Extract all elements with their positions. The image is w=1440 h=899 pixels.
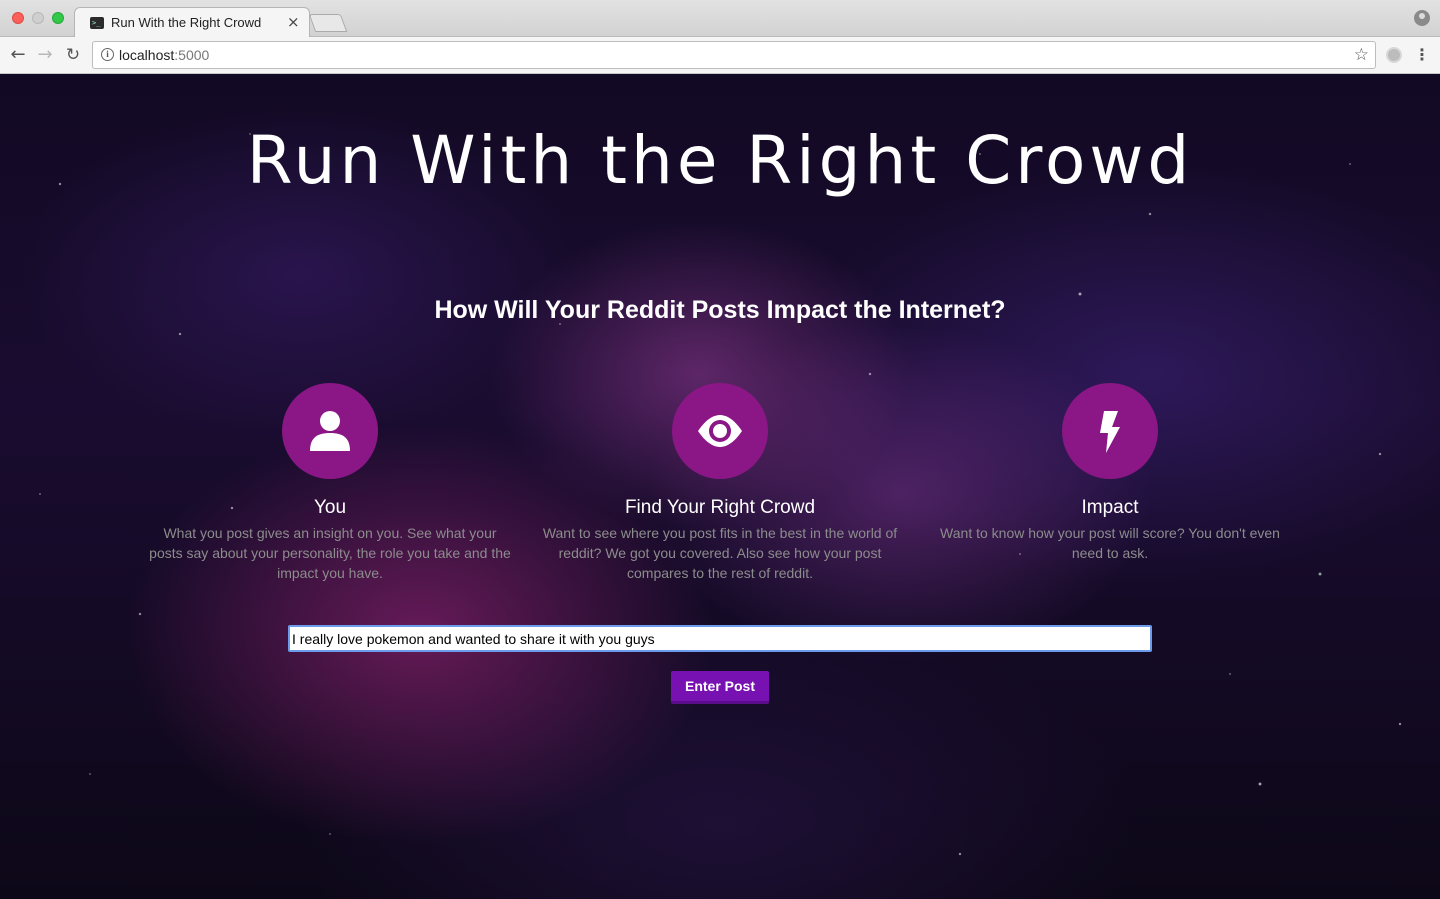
extension-icon[interactable]	[1386, 47, 1402, 63]
eye-icon	[698, 415, 742, 447]
feature-you: You What you post gives an insight on yo…	[145, 383, 515, 583]
url-text[interactable]: localhost:5000	[119, 47, 209, 63]
bookmark-star-icon[interactable]: ☆	[1354, 44, 1369, 66]
tab-title: Run With the Right Crowd	[111, 15, 262, 30]
feature-heading: You	[313, 497, 347, 518]
profile-icon[interactable]	[1414, 10, 1430, 26]
url-port: :5000	[174, 47, 210, 63]
lightning-icon	[1100, 411, 1120, 453]
address-bar[interactable]: i localhost:5000 ☆	[92, 41, 1376, 69]
window-minimize-button[interactable]	[32, 12, 44, 24]
browser-tab[interactable]: >_ Run With the Right Crowd ×	[74, 7, 310, 37]
browser-tab-strip: >_ Run With the Right Crowd ×	[0, 0, 1440, 37]
browser-menu-icon[interactable]: ⋮	[1414, 44, 1430, 66]
back-arrow-icon[interactable]: ←	[6, 43, 30, 67]
url-host: localhost	[119, 47, 175, 63]
feature-heading: Find Your Right Crowd	[624, 497, 816, 518]
reload-icon[interactable]: ↻	[61, 43, 85, 67]
terminal-favicon-icon: >_	[90, 17, 104, 29]
tab-close-icon[interactable]: ×	[287, 13, 300, 31]
page-subtitle: How Will Your Reddit Posts Impact the In…	[434, 296, 1006, 324]
feature-impact: Impact Want to know how your post will s…	[925, 383, 1295, 563]
feature-icon-circle	[672, 383, 768, 479]
window-zoom-button[interactable]	[52, 12, 64, 24]
feature-description: Want to see where you post fits in the b…	[542, 525, 898, 581]
enter-post-button[interactable]: Enter Post	[671, 671, 769, 704]
browser-toolbar: ← → ↻ i localhost:5000 ☆ ⋮	[0, 37, 1440, 74]
user-icon	[310, 411, 350, 451]
feature-heading: Impact	[1081, 497, 1139, 518]
feature-icon-circle	[1062, 383, 1158, 479]
feature-description: Want to know how your post will score? Y…	[940, 525, 1280, 561]
feature-find-crowd: Find Your Right Crowd Want to see where …	[535, 383, 905, 583]
forward-arrow-icon[interactable]: →	[33, 43, 57, 67]
post-input[interactable]	[288, 625, 1152, 652]
new-tab-button[interactable]	[308, 14, 348, 32]
info-icon[interactable]: i	[101, 48, 114, 61]
page-title: Run With the Right Crowd	[246, 122, 1194, 199]
window-close-button[interactable]	[12, 12, 24, 24]
feature-icon-circle	[282, 383, 378, 479]
feature-description: What you post gives an insight on you. S…	[149, 525, 511, 581]
page-content: Run With the Right Crowd How Will Your R…	[0, 74, 1440, 899]
